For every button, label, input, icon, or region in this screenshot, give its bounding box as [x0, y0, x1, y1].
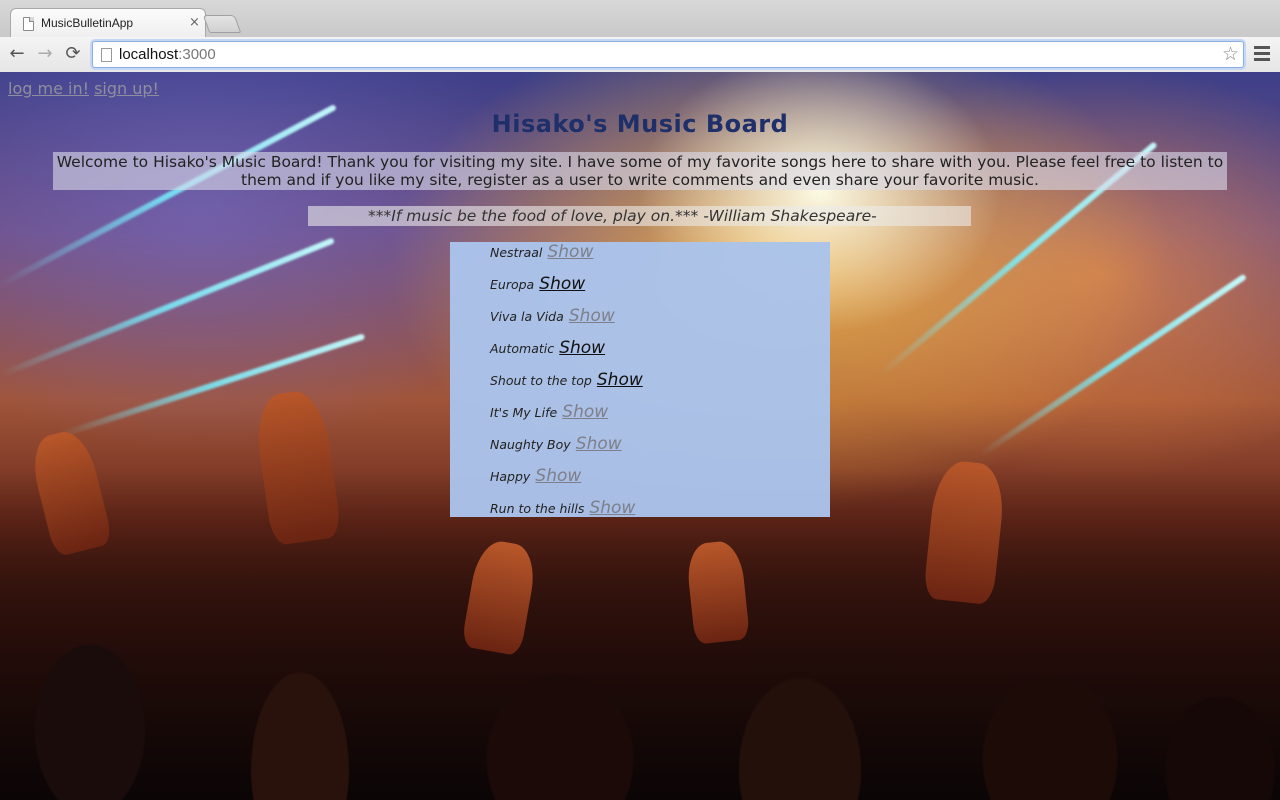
bookmark-star-icon[interactable]: ☆ — [1222, 43, 1239, 65]
forward-icon[interactable]: → — [34, 44, 56, 64]
song-title: Run to the hills — [490, 501, 585, 516]
list-item: Shout to the top Show — [490, 370, 643, 394]
song-title: Europa — [490, 277, 535, 292]
new-tab-button[interactable] — [202, 15, 242, 33]
quote-banner: ***If music be the food of love, play on… — [308, 206, 971, 226]
list-item: Europa Show — [490, 274, 585, 298]
list-item: Naughty Boy Show — [490, 434, 622, 458]
show-song-link[interactable]: Show — [547, 242, 593, 262]
address-bar[interactable]: localhost:3000 ☆ — [92, 41, 1244, 68]
auth-links: log me in! sign up! — [8, 79, 159, 98]
show-song-link[interactable]: Show — [569, 306, 615, 326]
song-title: It's My Life — [490, 405, 558, 420]
list-item: Nestraal Show — [490, 242, 593, 266]
page-icon — [23, 17, 34, 31]
menu-icon[interactable] — [1254, 46, 1270, 64]
show-song-link[interactable]: Show — [576, 434, 622, 454]
song-title: Naughty Boy — [490, 437, 571, 452]
welcome-message: Welcome to Hisako's Music Board! Thank y… — [53, 152, 1227, 190]
list-item: Viva la Vida Show — [490, 306, 615, 330]
login-link[interactable]: log me in! — [8, 79, 89, 98]
browser-toolbar: ← → ⟳ localhost:3000 ☆ — [0, 37, 1280, 72]
crowd-silhouette — [0, 470, 1280, 800]
song-title: Viva la Vida — [490, 309, 564, 324]
browser-chrome: MusicBulletinApp × ← → ⟳ localhost:3000 … — [0, 0, 1280, 72]
song-title: Shout to the top — [490, 373, 592, 388]
list-item: Automatic Show — [490, 338, 605, 362]
tab-strip: MusicBulletinApp × — [0, 0, 1280, 38]
show-song-link[interactable]: Show — [539, 274, 585, 294]
list-item: It's My Life Show — [490, 402, 608, 426]
close-icon[interactable]: × — [189, 15, 200, 30]
light-beam — [978, 273, 1247, 458]
show-song-link[interactable]: Show — [559, 338, 605, 358]
url-port: :3000 — [178, 46, 216, 63]
reload-icon[interactable]: ⟳ — [62, 44, 84, 64]
show-song-link[interactable]: Show — [562, 402, 608, 422]
tab-title: MusicBulletinApp — [41, 16, 134, 30]
song-title: Happy — [490, 469, 531, 484]
page-icon — [101, 48, 112, 62]
list-item: Happy Show — [490, 466, 581, 490]
song-list: Nestraal Show Europa Show Viva la Vida S… — [450, 242, 830, 518]
page-viewport: log me in! sign up! Hisako's Music Board… — [0, 72, 1280, 800]
show-song-link[interactable]: Show — [597, 370, 643, 390]
browser-tab[interactable]: MusicBulletinApp × — [10, 8, 206, 38]
song-title: Nestraal — [490, 245, 543, 260]
show-song-link[interactable]: Show — [589, 498, 635, 518]
song-title: Automatic — [490, 341, 555, 356]
signup-link[interactable]: sign up! — [94, 79, 159, 98]
list-item: Run to the hills Show — [490, 498, 635, 522]
back-icon[interactable]: ← — [6, 44, 28, 64]
url-text: localhost:3000 — [119, 46, 216, 63]
page-title: Hisako's Music Board — [491, 110, 789, 138]
show-song-link[interactable]: Show — [535, 466, 581, 486]
url-host: localhost — [119, 46, 179, 63]
